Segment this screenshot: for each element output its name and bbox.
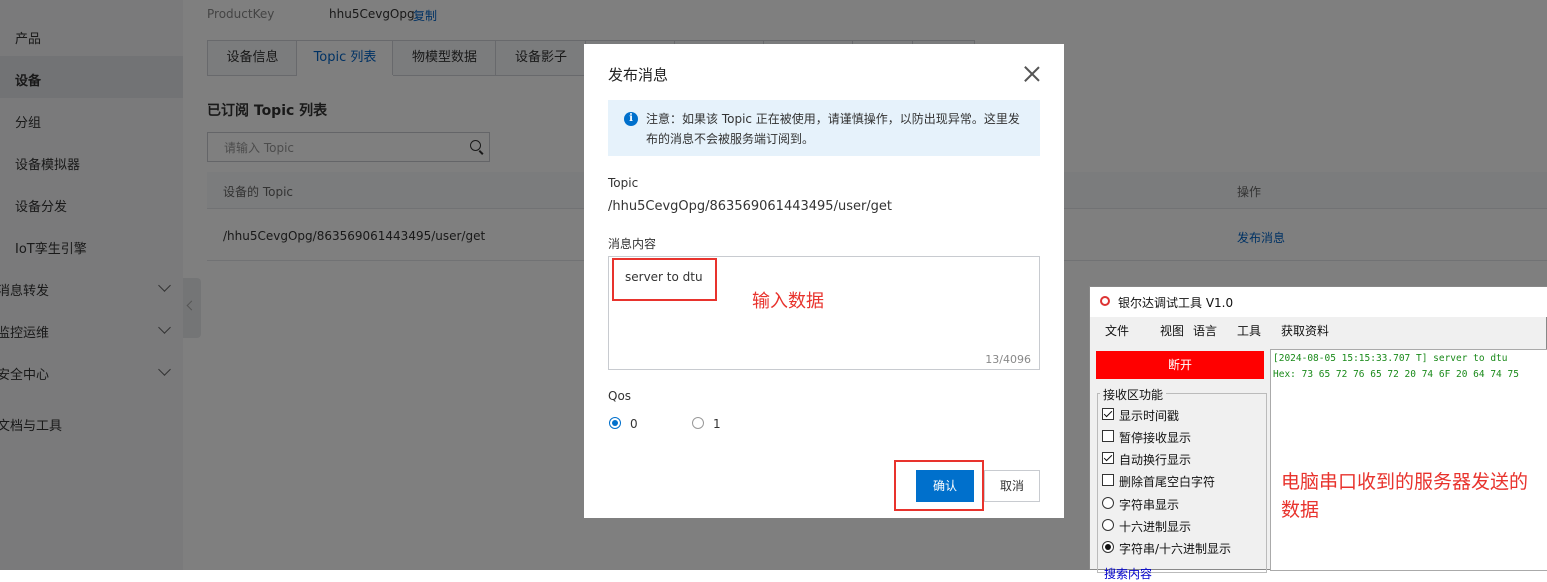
menu-language[interactable]: 语言	[1193, 322, 1217, 339]
notice-text: 注意：如果该 Topic 正在被使用，请谨慎操作，以防出现异常。这里发布的消息不…	[646, 112, 1020, 146]
serial-tool-window: 银尔达调试工具 V1.0 文件 视图 语言 工具 获取资料 断开 接收区功能 显…	[1089, 286, 1547, 581]
menu-file[interactable]: 文件	[1105, 322, 1129, 339]
menu-resources[interactable]: 获取资料	[1281, 322, 1329, 339]
serial-tool-title: 银尔达调试工具 V1.0	[1118, 296, 1234, 310]
option-label: 暂停接收显示	[1119, 431, 1192, 445]
menu-view[interactable]: 视图	[1160, 322, 1184, 339]
option-label: 字符串/十六进制显示	[1119, 542, 1232, 556]
qos-label: Qos	[608, 389, 632, 403]
notice-box: i 注意：如果该 Topic 正在被使用，请谨慎操作，以防出现异常。这里发布的消…	[608, 100, 1040, 156]
option-label: 字符串显示	[1119, 498, 1180, 512]
trim-checkbox[interactable]	[1102, 474, 1114, 486]
rx-line: [2024-08-05 15:15:33.707 T] server to dt…	[1273, 353, 1508, 364]
topic-value: /hhu5CevgOpg/863569061443495/user/get	[608, 199, 893, 214]
annotation-input-data: 输入数据	[752, 291, 824, 312]
rx-line: Hex: 73 65 72 76 65 72 20 74 6F 20 64 74…	[1273, 369, 1519, 380]
content-label: 消息内容	[608, 237, 657, 251]
option-label: 自动换行显示	[1119, 453, 1192, 467]
wrap-checkbox[interactable]	[1102, 452, 1114, 464]
annotation-box	[894, 460, 984, 511]
pause-checkbox[interactable]	[1102, 430, 1114, 442]
topic-label: Topic	[608, 176, 639, 190]
option-label: 十六进制显示	[1119, 520, 1192, 534]
hex-display-radio[interactable]	[1102, 519, 1114, 531]
qos-radio-0[interactable]	[609, 417, 621, 429]
timestamp-checkbox[interactable]	[1102, 408, 1114, 420]
annotation-serial-received: 电脑串口收到的服务器发送的数据	[1281, 471, 1529, 521]
search-content-link[interactable]: 搜索内容	[1104, 565, 1152, 582]
publish-message-dialog: 发布消息 i 注意：如果该 Topic 正在被使用，请谨慎操作，以防出现异常。这…	[584, 44, 1064, 518]
serial-tool-titlebar: 银尔达调试工具 V1.0	[1090, 287, 1547, 317]
rx-group-title: 接收区功能	[1100, 386, 1167, 403]
app-logo-icon	[1100, 296, 1110, 306]
qos-option-1: 1	[713, 417, 721, 431]
option-label: 删除首尾空白字符	[1119, 475, 1216, 489]
dialog-title: 发布消息	[608, 66, 669, 84]
menu-tools[interactable]: 工具	[1237, 322, 1261, 339]
cancel-button[interactable]: 取消	[984, 470, 1040, 502]
qos-radio-1[interactable]	[692, 417, 704, 429]
qos-option-0: 0	[630, 417, 638, 431]
info-icon: i	[624, 112, 638, 126]
annotation-box	[612, 258, 717, 301]
option-label: 显示时间戳	[1119, 409, 1180, 423]
string-display-radio[interactable]	[1102, 497, 1114, 509]
string-hex-display-radio[interactable]	[1102, 541, 1114, 553]
char-count: 13/4096	[985, 353, 1031, 366]
receive-area[interactable]: [2024-08-05 15:15:33.707 T] server to dt…	[1270, 349, 1547, 571]
close-icon[interactable]	[1022, 64, 1042, 84]
disconnect-button[interactable]: 断开	[1096, 351, 1264, 379]
